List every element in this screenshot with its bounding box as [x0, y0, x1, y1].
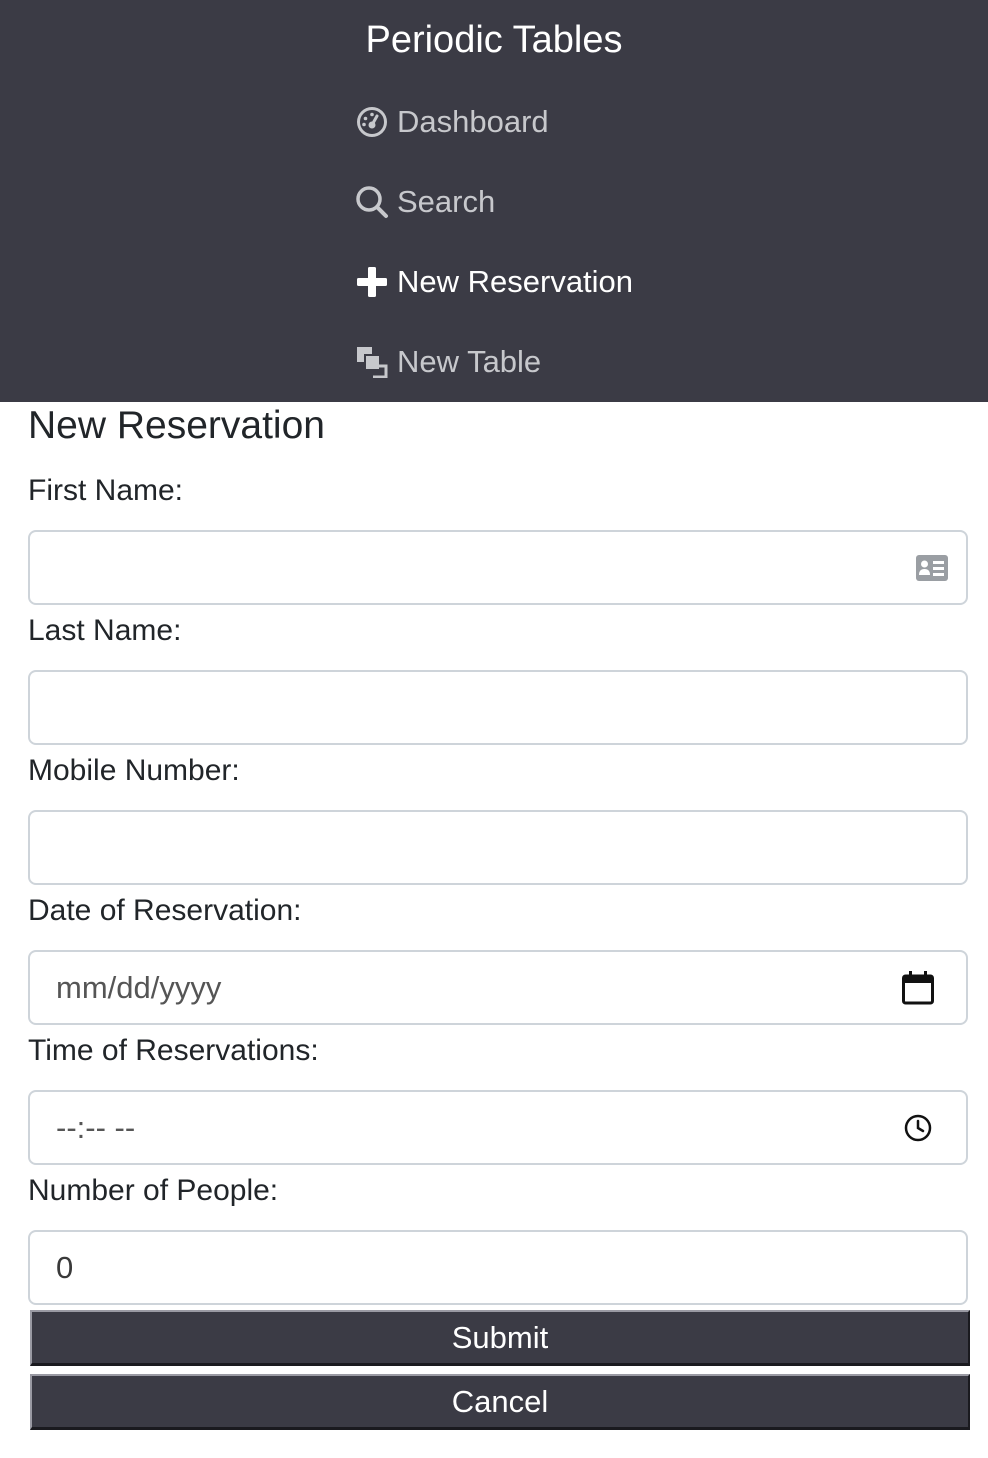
- people-count-field[interactable]: [28, 1230, 968, 1305]
- search-icon: [355, 185, 389, 219]
- mobile-number-label: Mobile Number:: [28, 754, 240, 787]
- last-name-field[interactable]: [28, 670, 968, 745]
- nav-item-label: New Table: [397, 344, 542, 379]
- last-name-input[interactable]: [30, 672, 966, 743]
- nav-item-new-reservation[interactable]: New Reservation: [355, 262, 633, 302]
- mobile-number-field[interactable]: [28, 810, 968, 885]
- reservation-time-field[interactable]: --:-- --: [28, 1090, 968, 1165]
- last-name-label: Last Name:: [28, 614, 182, 647]
- plus-icon: [355, 265, 389, 299]
- reservation-date-label: Date of Reservation:: [28, 894, 302, 927]
- nav-item-search[interactable]: Search: [355, 182, 495, 222]
- time-placeholder: --:-- --: [56, 1110, 136, 1145]
- nav-item-label: Search: [397, 184, 496, 219]
- contact-card-icon[interactable]: [916, 554, 948, 581]
- top-navbar: Periodic Tables Dashboard Search New Res…: [0, 0, 988, 402]
- first-name-field[interactable]: [28, 530, 968, 605]
- nav-item-label: New Reservation: [397, 264, 634, 299]
- nav-item-dashboard[interactable]: Dashboard: [355, 102, 549, 142]
- cancel-button[interactable]: Cancel: [30, 1374, 970, 1430]
- nav-item-new-table[interactable]: New Table: [355, 342, 541, 382]
- calendar-icon[interactable]: [902, 970, 934, 1005]
- first-name-input[interactable]: [30, 532, 966, 603]
- date-placeholder: mm/dd/yyyy: [56, 970, 222, 1005]
- nav-item-label: Dashboard: [397, 104, 549, 139]
- first-name-label: First Name:: [28, 474, 184, 507]
- submit-button[interactable]: Submit: [30, 1310, 970, 1366]
- dashboard-icon: [355, 105, 389, 139]
- mobile-number-input[interactable]: [30, 812, 966, 883]
- clock-icon[interactable]: [904, 1114, 932, 1142]
- reservation-time-label: Time of Reservations:: [28, 1034, 319, 1067]
- page-title: New Reservation: [28, 404, 325, 447]
- reservation-date-field[interactable]: mm/dd/yyyy: [28, 950, 968, 1025]
- people-count-input[interactable]: [30, 1232, 966, 1303]
- app-brand-title[interactable]: Periodic Tables: [0, 16, 988, 64]
- layers-icon: [355, 345, 389, 379]
- people-count-label: Number of People:: [28, 1174, 279, 1207]
